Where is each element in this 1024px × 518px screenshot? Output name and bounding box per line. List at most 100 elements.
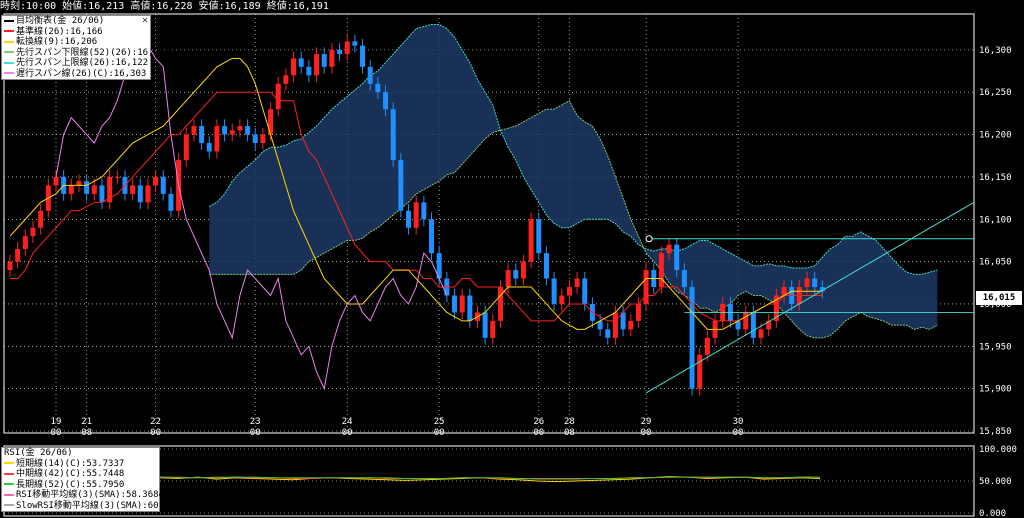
candle-body	[459, 295, 465, 313]
candle-body	[321, 54, 327, 67]
candle-body	[505, 270, 511, 288]
y-tick-label: 16,300	[979, 46, 1012, 56]
candle-body	[559, 295, 565, 304]
candle-body	[467, 295, 473, 321]
candle-body	[352, 41, 358, 46]
x-tick-day: 22	[150, 417, 161, 427]
rsi-y-tick-label: 50.000	[979, 477, 1012, 487]
candle-body	[812, 278, 818, 288]
ichimoku-legend-label: 先行スパン上限線(26):16,122	[16, 58, 149, 68]
candle-body	[275, 83, 281, 110]
rsi-y-tick-label: 100.000	[979, 445, 1017, 455]
y-tick-label: 15,850	[979, 427, 1012, 437]
rsi-legend-row: SlowRSI移動平均線(3)(SMA):60.5212	[2, 501, 186, 512]
candle-body	[99, 185, 105, 203]
candle-body	[528, 219, 534, 262]
y-tick-label: 16,100	[979, 215, 1012, 225]
x-tick-hour: 00	[342, 428, 353, 438]
candle-body	[153, 176, 159, 186]
candle-body	[383, 92, 389, 110]
candle-body	[758, 329, 764, 338]
legend-title: 目均衡表(金 26/06)	[2, 16, 150, 27]
rsi-legend-row: 中期線(42)(C):55.7448	[2, 469, 159, 480]
x-tick-day: 26	[533, 417, 544, 427]
candle-body	[183, 134, 189, 160]
candle-body	[628, 320, 634, 330]
candle-body	[635, 303, 641, 321]
ichimoku-legend-label: 遅行スパン線(26)(C):16,303	[16, 68, 147, 79]
candle-body	[390, 109, 396, 160]
rsi-legend-label: 中期線(42)(C):55.7448	[16, 469, 125, 479]
ichimoku-legend-swatch	[4, 40, 14, 43]
candle-body	[168, 193, 174, 211]
rsi-y-tick-label: 0.000	[979, 509, 1006, 518]
rsi-legend-row: 長期線(52)(C):55.7950	[2, 480, 159, 491]
x-tick-hour: 00	[533, 428, 544, 438]
candle-body	[566, 287, 572, 296]
candle-body	[68, 185, 74, 194]
candle-body	[520, 261, 526, 279]
rsi-legend-row: RSI移動平均線(3)(SMA):58.3684	[2, 490, 164, 501]
ichimoku-legend-row: 遅行スパン線(26)(C):16,303	[2, 69, 150, 80]
candle-body	[513, 270, 519, 279]
candle-body	[406, 210, 412, 228]
candle-body	[237, 126, 243, 131]
close-icon[interactable]: ✕	[142, 15, 148, 27]
candle-body	[337, 49, 343, 55]
ichimoku-legend-row: 転換線(9):16,206	[2, 37, 150, 48]
candle-body	[804, 278, 810, 288]
rsi-legend-swatch	[4, 472, 14, 475]
ichimoku-legend[interactable]: 目均衡表(金 26/06) ✕ 基準線(26):16,166 転換線(9):16,…	[1, 15, 170, 80]
ichimoku-legend-label: 基準線(26):16,166	[16, 26, 103, 37]
candle-body	[428, 219, 434, 254]
candle-body	[222, 126, 228, 135]
candle-body	[605, 329, 611, 338]
candle-body	[666, 244, 672, 254]
x-tick-hour: 00	[250, 428, 261, 438]
ichimoku-legend-swatch	[4, 30, 14, 32]
ichimoku-legend-swatch	[4, 61, 14, 64]
candle-body	[697, 354, 703, 389]
candle-body	[206, 143, 212, 152]
candle-body	[30, 227, 36, 237]
candle-body	[658, 253, 664, 288]
x-tick-hour: 00	[434, 428, 445, 438]
rsi-legend[interactable]: RSI(金 26/06) 短期線(14)(C):53.7337 中期線(42)(C…	[1, 447, 186, 512]
candle-body	[704, 337, 710, 355]
candle-body	[582, 278, 588, 304]
candle-body	[743, 312, 749, 330]
candle-body	[398, 159, 404, 211]
candle-body	[15, 248, 21, 262]
x-tick-hour: 00	[641, 428, 652, 438]
candle-body	[252, 134, 258, 144]
rsi-legend-title: RSI(金 26/06)	[4, 448, 73, 458]
candle-body	[674, 244, 680, 271]
rsi-legend-label: 短期線(14)(C):53.7337	[16, 458, 125, 469]
candle-body	[375, 83, 381, 93]
candle-body	[543, 253, 549, 279]
y-tick-label: 16,050	[979, 258, 1012, 268]
ichimoku-legend-label: 転換線(9):16,206	[16, 37, 98, 47]
current-price-tag: 16,015	[976, 291, 1022, 305]
rsi-legend-row: 短期線(14)(C):53.7337	[2, 459, 159, 470]
candle-body	[360, 45, 366, 67]
y-tick-label: 16,250	[979, 88, 1012, 98]
candle-body	[7, 261, 13, 271]
candle-body	[329, 49, 335, 67]
candle-body	[681, 270, 687, 288]
candle-body	[160, 176, 166, 194]
candle-body	[145, 185, 151, 203]
candle-body	[367, 66, 373, 84]
ichimoku-legend-row: 先行スパン上限線(26):16,122	[2, 58, 150, 69]
rsi-legend-swatch	[4, 504, 14, 506]
candle-body	[137, 185, 143, 203]
x-tick-hour: 00	[51, 428, 62, 438]
rsi-legend-label: SlowRSI移動平均線(3)(SMA):60.5212	[16, 500, 186, 511]
x-tick-day: 30	[733, 417, 744, 427]
candle-body	[612, 312, 618, 338]
candle-body	[551, 278, 557, 304]
line-anchor-handle	[645, 235, 653, 243]
chart-canvas[interactable]: 16,300 16,250 16,200 16,150 16,100 16,050 16,0…	[0, 0, 1024, 518]
candle-body	[298, 58, 304, 67]
rsi-legend-swatch	[4, 493, 14, 496]
